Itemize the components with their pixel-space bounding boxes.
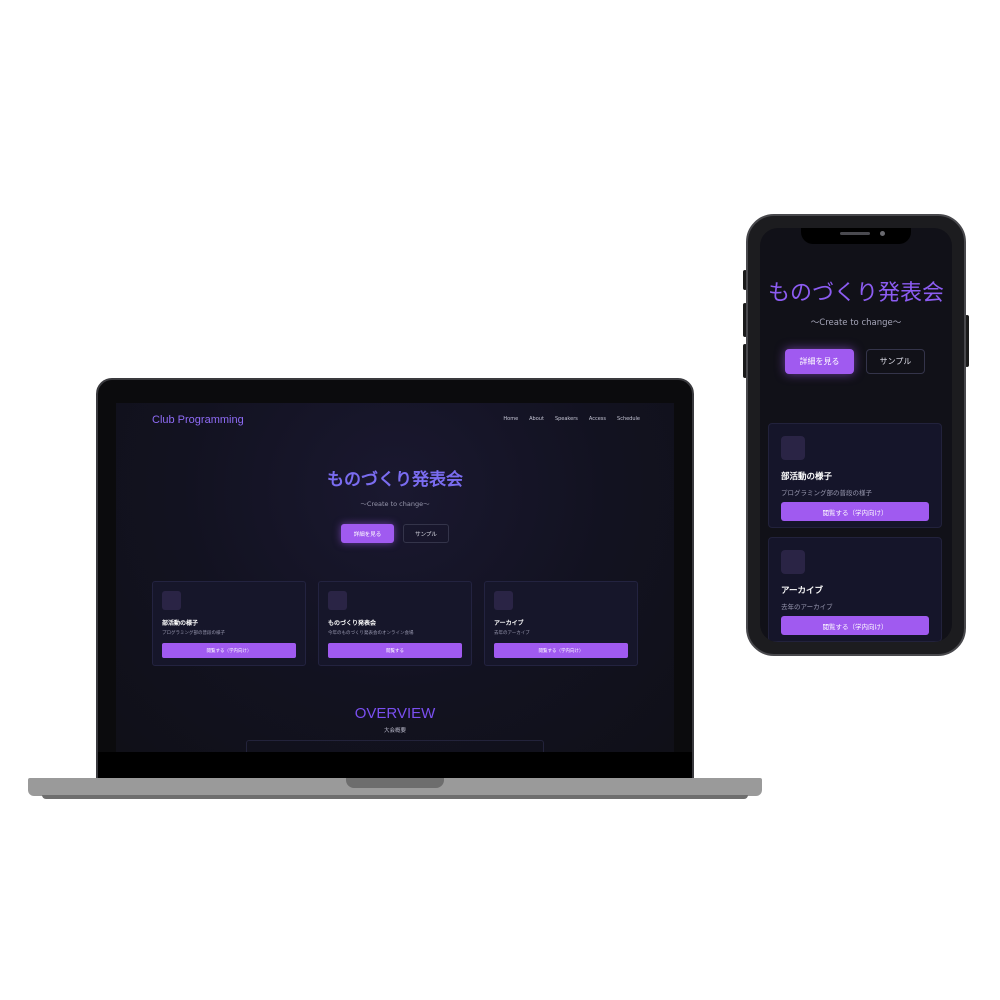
site-nav: Home About Speakers Access Schedule (503, 416, 640, 422)
speaker-icon (840, 232, 870, 235)
card-archive: アーカイブ 去年のアーカイブ 閲覧する（学内向け） (484, 581, 638, 666)
mobile-card-archive: アーカイブ 去年のアーカイブ 閲覧する（学内向け） (768, 537, 942, 642)
overview-subtitle: 大会概要 (383, 728, 406, 734)
card-view-button[interactable]: 閲覧する（学内向け） (781, 616, 929, 635)
nav-schedule-link[interactable]: Schedule (617, 416, 640, 422)
card-description: プログラミング部の普段の様子 (781, 489, 872, 497)
card-description: 去年のアーカイブ (781, 603, 833, 611)
card-title: アーカイブ (494, 620, 524, 627)
card-club-activity: 部活動の様子 プログラミング部の普段の様子 閲覧する（学内向け） (152, 581, 306, 666)
site-logo[interactable]: Club Programming (152, 414, 244, 426)
laptop-bezel (98, 752, 692, 780)
hero-title: ものづくり発表会 (327, 470, 463, 490)
mobile-sample-button[interactable]: サンプル (866, 349, 925, 374)
laptop-opening-notch (346, 778, 444, 788)
nav-access-link[interactable]: Access (589, 416, 606, 422)
card-icon (781, 436, 805, 460)
card-view-button[interactable]: 閲覧する（学内向け） (494, 643, 628, 658)
card-title: 部活動の様子 (781, 472, 833, 482)
card-title: アーカイブ (781, 586, 823, 596)
laptop-screen: Club Programming Home About Speakers Acc… (116, 403, 674, 752)
sample-button[interactable]: サンプル (403, 524, 449, 543)
nav-speakers-link[interactable]: Speakers (555, 416, 578, 422)
mobile-details-button[interactable]: 詳細を見る (785, 349, 854, 374)
card-description: 去年のアーカイブ (494, 631, 530, 636)
phone-screen: ものづくり発表会 〜Create to change〜 詳細を見る サンプル 部… (760, 228, 952, 642)
desktop-site: Club Programming Home About Speakers Acc… (116, 403, 674, 752)
card-view-button[interactable]: 閲覧する (328, 643, 462, 658)
overview-panel (246, 740, 544, 752)
details-button[interactable]: 詳細を見る (341, 524, 394, 543)
mobile-hero-subtitle: 〜Create to change〜 (810, 318, 902, 328)
phone-notch (801, 228, 911, 244)
card-view-button[interactable]: 閲覧する（学内向け） (162, 643, 296, 658)
nav-home-link[interactable]: Home (503, 416, 518, 422)
card-description: プログラミング部の普段の様子 (162, 631, 225, 636)
hero-subtitle: 〜Create to change〜 (360, 500, 430, 508)
nav-about-link[interactable]: About (529, 416, 544, 422)
mobile-hero-title: ものづくり発表会 (767, 281, 944, 306)
card-title: ものづくり発表会 (328, 620, 377, 627)
card-title: 部活動の様子 (162, 620, 199, 627)
card-description: 今年のものづくり発表会のオンライン会場 (328, 631, 414, 636)
card-icon (494, 591, 513, 610)
card-presentation: ものづくり発表会 今年のものづくり発表会のオンライン会場 閲覧する (318, 581, 472, 666)
laptop-base-edge (42, 795, 748, 799)
camera-icon (880, 231, 885, 236)
overview-title: OVERVIEW (354, 705, 436, 722)
card-icon (162, 591, 181, 610)
mobile-card-club-activity: 部活動の様子 プログラミング部の普段の様子 閲覧する（学内向け） (768, 423, 942, 528)
card-view-button[interactable]: 閲覧する（学内向け） (781, 502, 929, 521)
card-icon (328, 591, 347, 610)
card-icon (781, 550, 805, 574)
